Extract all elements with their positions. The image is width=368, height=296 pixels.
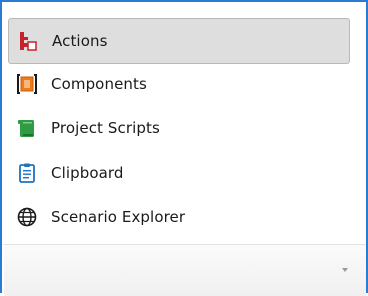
nav-item-label: Scenario Explorer bbox=[51, 208, 186, 226]
nav-item-scenario-explorer[interactable]: Scenario Explorer bbox=[8, 195, 350, 239]
chevron-down-icon[interactable] bbox=[342, 268, 348, 272]
project-scripts-icon bbox=[18, 120, 34, 137]
actions-icon bbox=[20, 32, 37, 51]
overflow-toolbar bbox=[4, 244, 366, 296]
nav-item-label: Components bbox=[51, 75, 147, 93]
nav-item-label: Project Scripts bbox=[51, 119, 160, 137]
nav-item-label: Clipboard bbox=[51, 164, 124, 182]
components-icon bbox=[17, 74, 37, 94]
navigation-panel: Actions Components Project Scripts Clipb… bbox=[0, 0, 368, 296]
nav-item-actions[interactable]: Actions bbox=[8, 18, 350, 64]
nav-item-project-scripts[interactable]: Project Scripts bbox=[8, 106, 350, 150]
globe-icon bbox=[17, 207, 37, 227]
nav-item-components[interactable]: Components bbox=[8, 62, 350, 106]
nav-item-label: Actions bbox=[52, 32, 108, 50]
nav-item-clipboard[interactable]: Clipboard bbox=[8, 151, 350, 195]
clipboard-icon bbox=[19, 163, 35, 183]
